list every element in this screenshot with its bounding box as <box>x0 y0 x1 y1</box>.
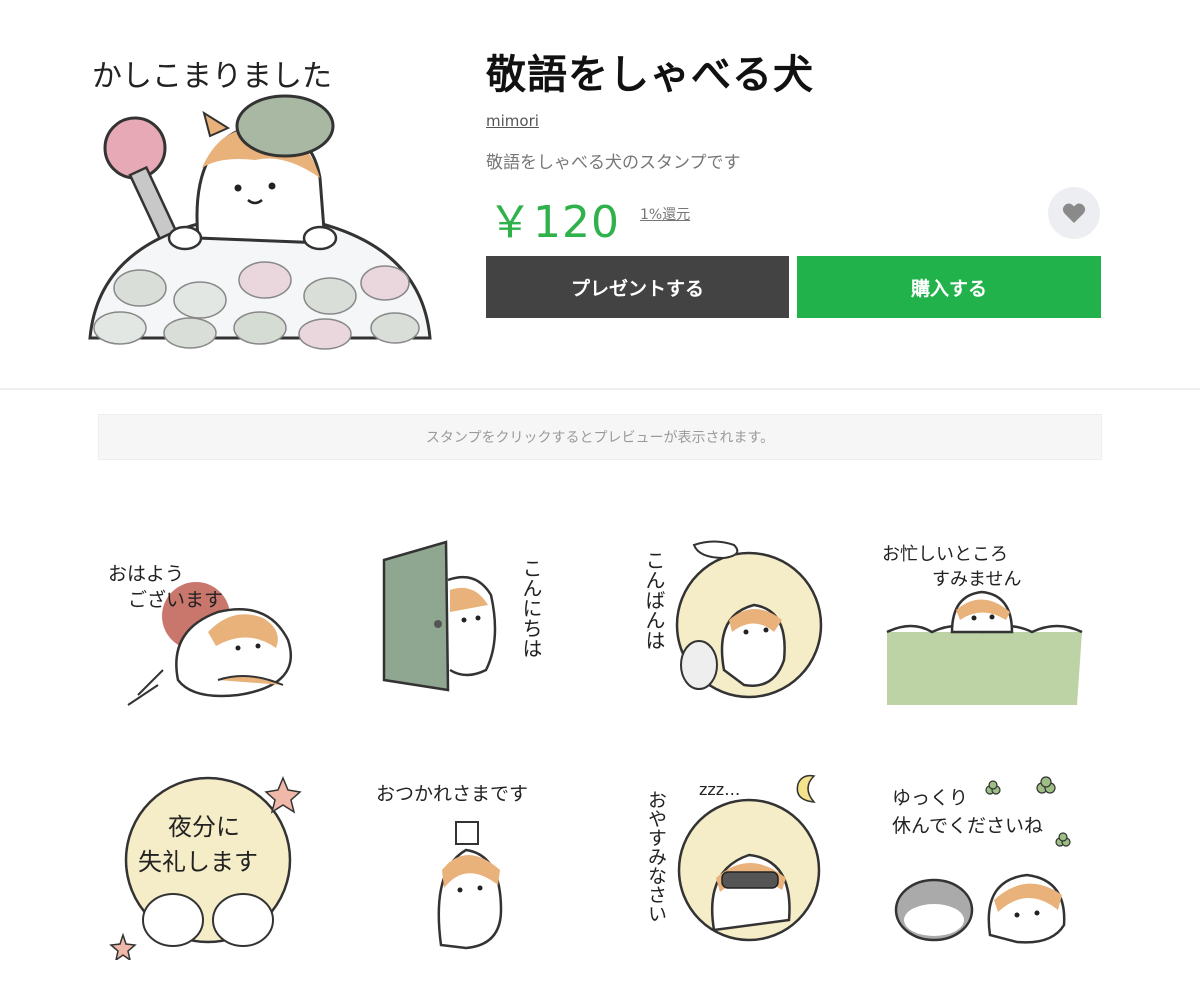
sticker-item[interactable]: 夜分に 失礼します <box>98 760 328 960</box>
section-divider <box>0 388 1200 390</box>
main-sticker-image: かしこまりました <box>88 59 432 350</box>
main-sticker-text: かしこまりました <box>92 59 332 94</box>
sticker-text: こんばんは <box>642 550 666 650</box>
sticker-text: 休んでくださいね <box>892 815 1043 837</box>
sticker-item[interactable]: おはよう ございます <box>98 520 328 720</box>
sticker-item[interactable]: ゆっくり 休んでくださいね <box>872 760 1102 960</box>
sticker-hero: かしこまりました 敬語をしゃべる犬 mimori 敬語をしゃべる犬のスタンプです… <box>0 0 1200 388</box>
sticker-image: こんばんは <box>642 540 823 699</box>
sticker-text: ゆっくり <box>892 787 968 809</box>
favorite-button[interactable] <box>1048 187 1100 239</box>
sticker-text: すみません <box>932 569 1021 590</box>
sticker-item[interactable]: こんばんは <box>614 520 844 720</box>
sticker-text: おはよう <box>108 563 184 585</box>
cashback-link[interactable]: 1%還元 <box>640 204 690 224</box>
sticker-image: zzz… おやすみなさい <box>645 774 821 942</box>
heart-icon <box>1062 203 1086 223</box>
sticker-image: お忙しいところ すみません <box>882 544 1083 705</box>
sticker-text: おつかれさまです <box>376 783 528 805</box>
author-link[interactable]: mimori <box>486 112 539 130</box>
sticker-image: ゆっくり 休んでくださいね <box>892 776 1071 944</box>
sticker-text: お忙しいところ <box>882 544 1008 565</box>
sticker-text: おやすみなさい <box>645 790 667 923</box>
sticker-text: 失礼します <box>138 848 258 876</box>
gift-button[interactable]: プレゼントする <box>486 256 789 318</box>
sticker-item[interactable]: こんにちは <box>356 520 586 720</box>
price: ￥120 <box>488 197 620 248</box>
preview-notice: スタンプをクリックするとプレビューが表示されます。 <box>98 414 1102 460</box>
sticker-item[interactable]: おつかれさまです <box>356 760 586 960</box>
sticker-title: 敬語をしゃべる犬 <box>486 52 814 98</box>
sticker-image: おつかれさまです <box>376 783 528 950</box>
sticker-text: 夜分に <box>168 813 240 841</box>
sticker-text: zzz… <box>699 780 740 799</box>
sticker-item[interactable]: zzz… おやすみなさい <box>614 760 844 960</box>
buy-button[interactable]: 購入する <box>797 256 1101 318</box>
sticker-text: こんにちは <box>519 558 543 658</box>
sticker-image: 夜分に 失礼します <box>109 776 302 960</box>
sticker-image: こんにちは <box>382 540 543 692</box>
sticker-text: ございます <box>128 588 223 611</box>
sticker-description: 敬語をしゃべる犬のスタンプです <box>486 153 741 173</box>
sticker-grid: おはよう ございます こんにちは こんばんは お忙しいところ すみません 夜分に… <box>98 500 1102 960</box>
sticker-item[interactable]: お忙しいところ すみません <box>872 520 1102 720</box>
sticker-image: おはよう ございます <box>108 563 293 706</box>
